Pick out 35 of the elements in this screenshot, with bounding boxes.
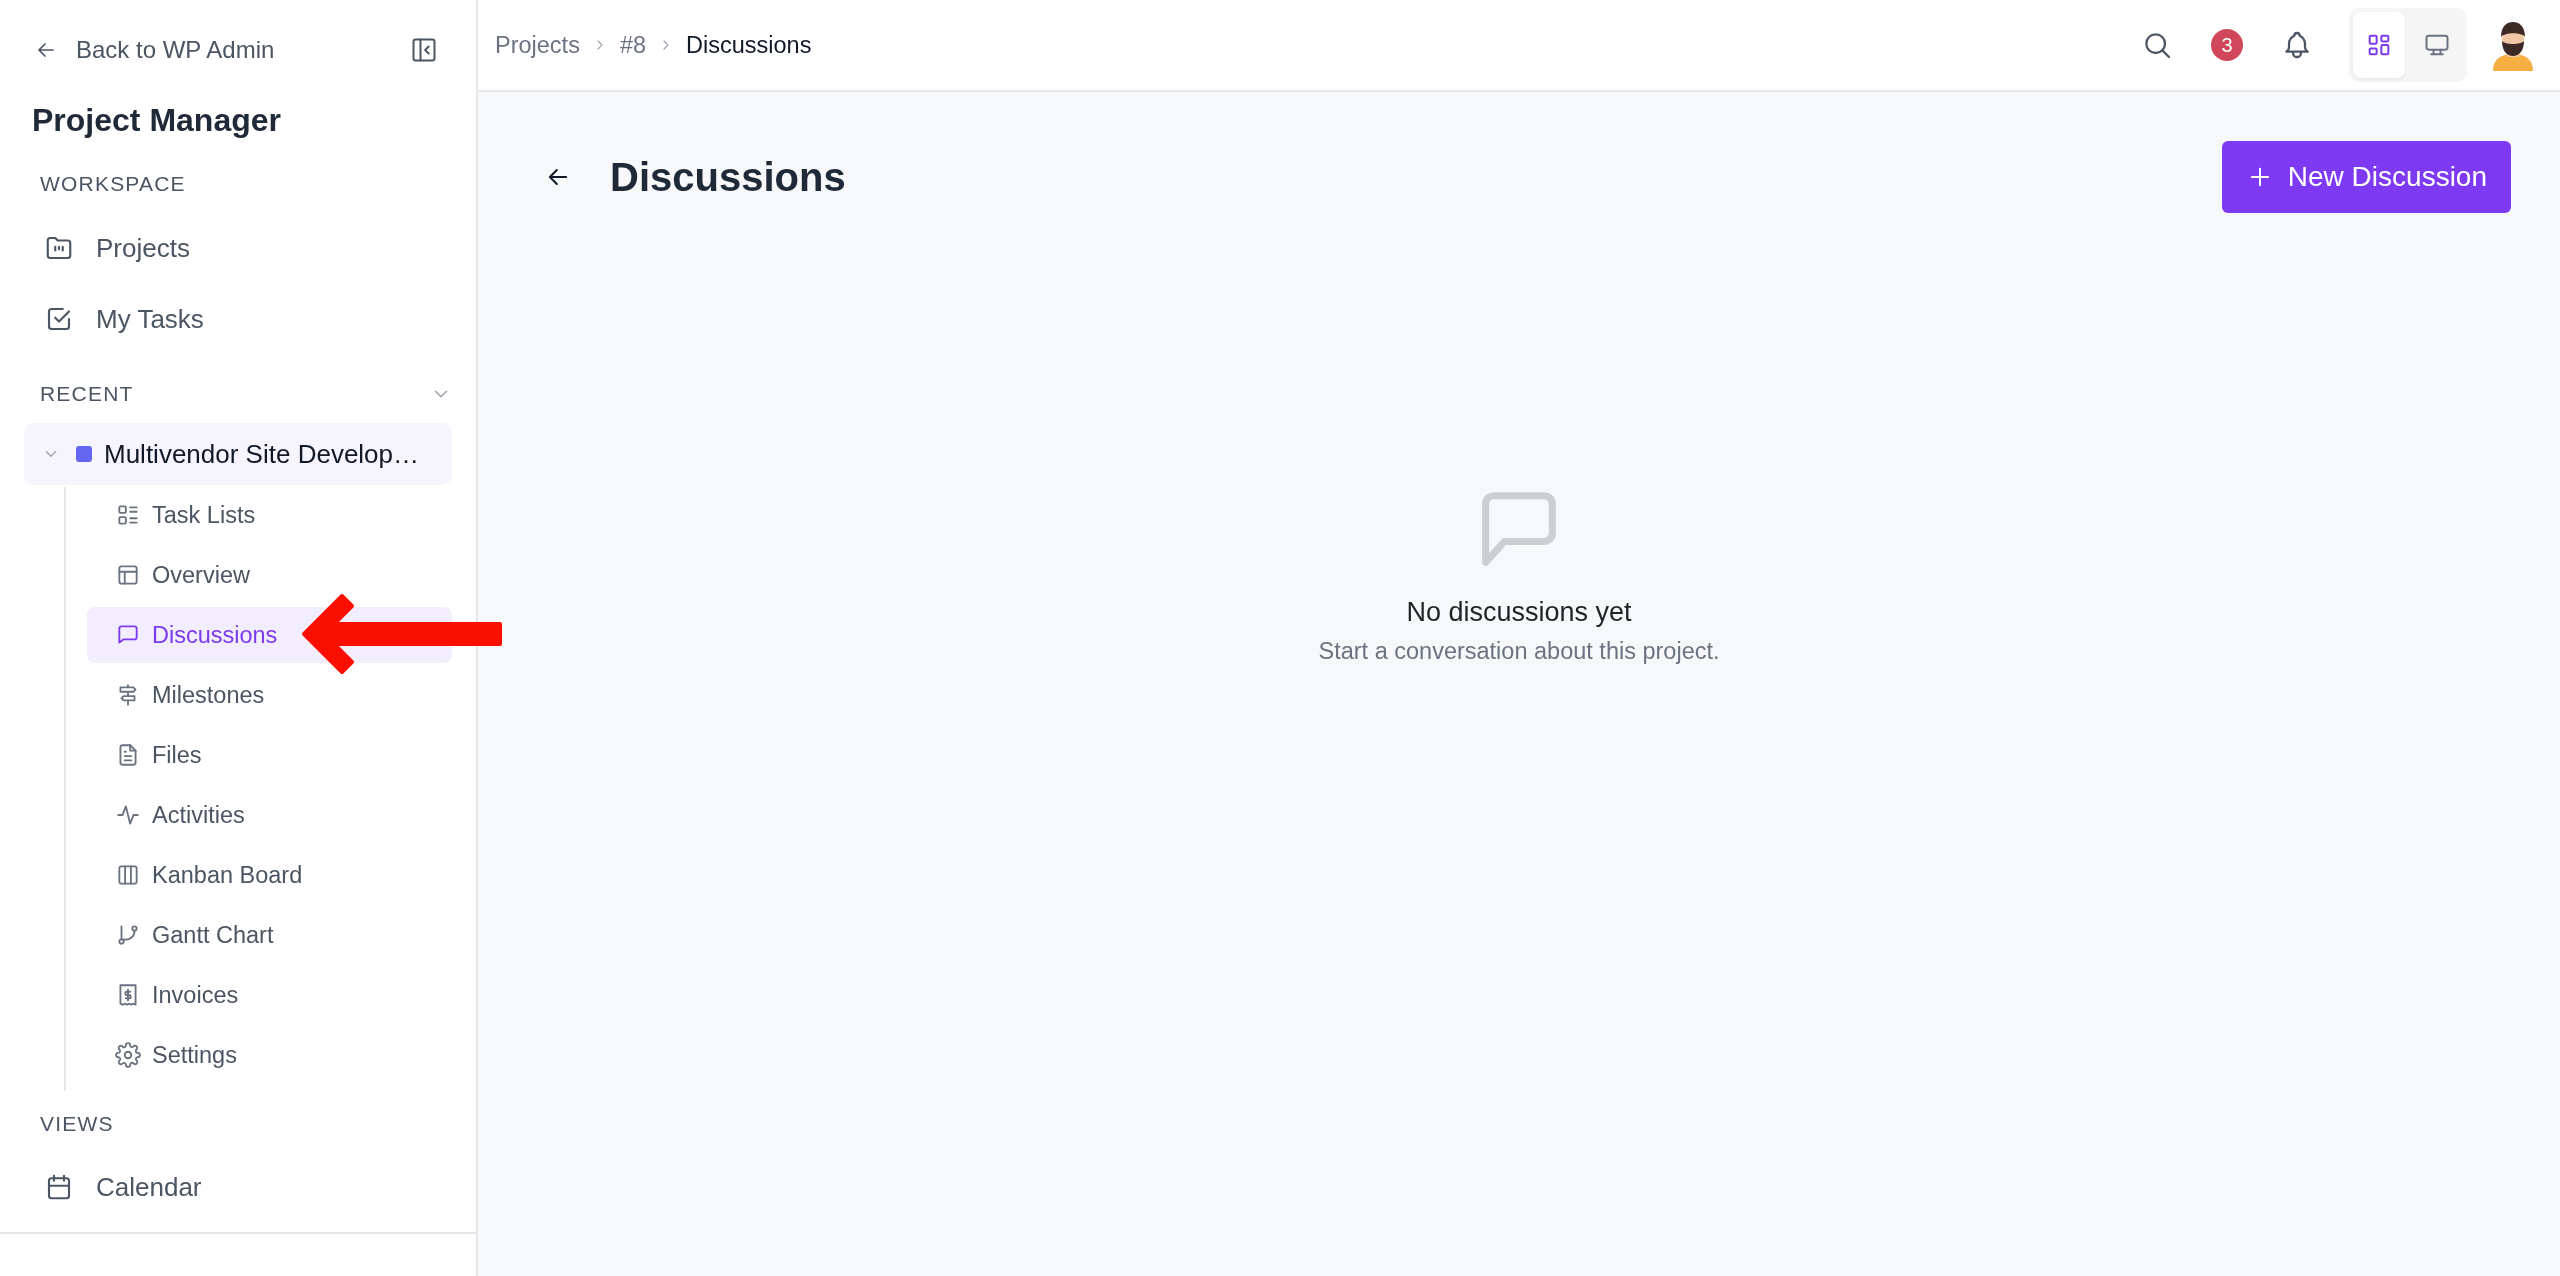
collapse-sidebar-button[interactable] <box>410 36 438 64</box>
branch-icon <box>115 922 141 948</box>
empty-state-message: Start a conversation about this project. <box>1318 638 1720 665</box>
nav-item[interactable]: Projects <box>24 217 452 279</box>
empty-state-title: No discussions yet <box>1406 597 1632 628</box>
project-item[interactable]: Multivendor Site Develop… <box>24 423 452 485</box>
page-title: Discussions <box>610 154 846 200</box>
list-icon <box>115 502 141 528</box>
breadcrumb-link[interactable]: Projects <box>495 31 580 59</box>
new-discussion-button[interactable]: New Discussion <box>2221 141 2511 213</box>
nav-item[interactable]: Calendar <box>24 1156 452 1218</box>
section-heading: VIEWS <box>40 1111 115 1137</box>
section-heading: RECENT <box>40 382 134 406</box>
project-nav-item[interactable]: Milestones <box>87 667 452 723</box>
section-heading: WORKSPACE <box>40 171 187 197</box>
back-link[interactable]: Back to WP Admin <box>34 36 275 64</box>
view-toggle-button[interactable] <box>2353 12 2405 78</box>
project-nav-item[interactable]: Files <box>87 727 452 783</box>
project-nav-item[interactable]: Activities <box>87 787 452 843</box>
breadcrumb-link[interactable]: #8 <box>619 31 647 59</box>
layout-icon <box>115 562 141 588</box>
breadcrumb-link[interactable]: Discussions <box>686 31 812 59</box>
project-nav-item[interactable]: Overview <box>87 547 452 603</box>
project-nav-item[interactable]: Settings <box>87 1027 452 1083</box>
nav-item[interactable]: My Tasks <box>24 288 452 350</box>
project-nav-item[interactable]: Gantt Chart <box>87 907 452 963</box>
columns-icon <box>115 862 141 888</box>
settings-icon <box>115 1042 141 1068</box>
project-nav-item[interactable]: Invoices <box>87 967 452 1023</box>
user-avatar[interactable] <box>2491 19 2535 71</box>
notification-count-badge[interactable]: 3 <box>2211 29 2243 61</box>
sidebar-collapse-icon <box>410 36 438 64</box>
project-nav-item[interactable]: Task Lists <box>87 487 452 543</box>
project-nav-item[interactable]: Kanban Board <box>87 847 452 903</box>
app-title: Project Manager <box>32 101 282 140</box>
